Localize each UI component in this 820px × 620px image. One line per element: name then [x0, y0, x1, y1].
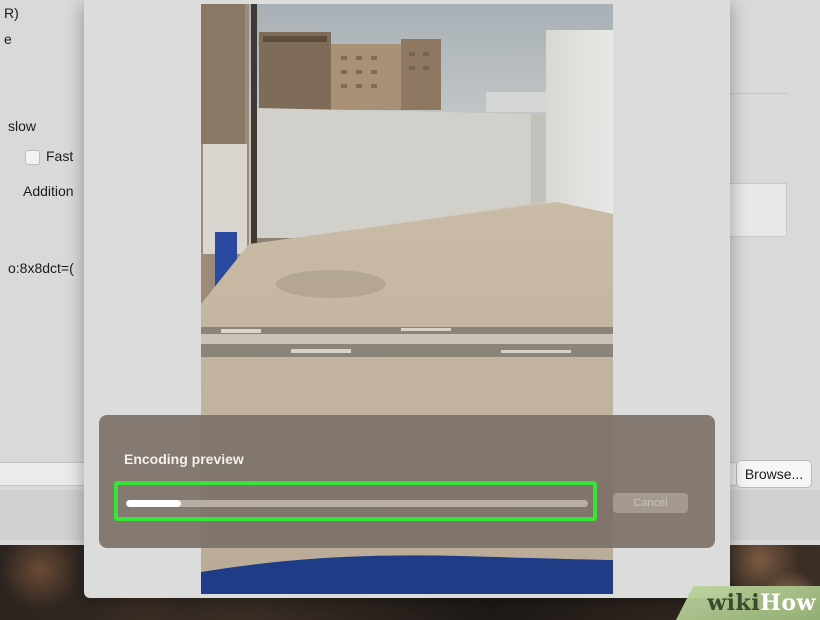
- wikihow-logo: wikiHow: [707, 590, 816, 616]
- additional-options-label: Addition: [23, 183, 74, 199]
- background-label-2: e: [4, 31, 12, 47]
- browse-button[interactable]: Browse...: [736, 460, 812, 488]
- additional-options-field[interactable]: [728, 183, 787, 237]
- fast-decode-label: Fast: [46, 148, 74, 164]
- destination-path-field[interactable]: [0, 462, 92, 486]
- fast-decode-checkbox[interactable]: [25, 150, 40, 165]
- encoder-options-text: o:8x8dct=(: [8, 260, 74, 276]
- wikihow-logo-how: How: [760, 590, 816, 616]
- encoding-preview-label: Encoding preview: [124, 451, 244, 467]
- cancel-button[interactable]: Cancel: [613, 493, 688, 513]
- speed-preset-label: slow: [8, 118, 37, 134]
- background-label-1: R): [4, 5, 19, 21]
- wikihow-logo-wiki: wiki: [707, 590, 761, 616]
- wikihow-watermark: wikiHow: [676, 586, 820, 620]
- encoding-progress-panel: Encoding preview Cancel: [99, 415, 715, 548]
- encoding-progress-fill: [126, 500, 182, 507]
- encoding-progress-bar: [126, 500, 588, 507]
